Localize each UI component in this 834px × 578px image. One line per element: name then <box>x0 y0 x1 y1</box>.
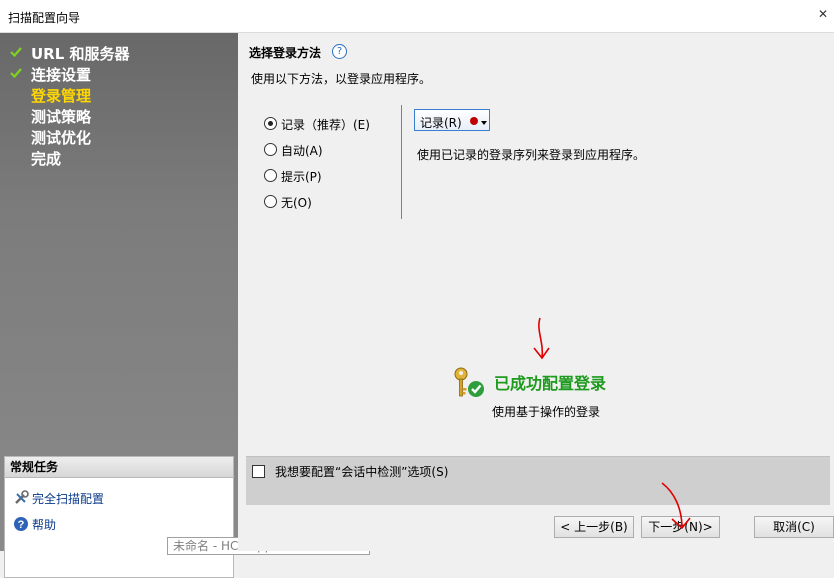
back-button[interactable]: < 上一步(B) <box>554 516 634 538</box>
success-description: 使用基于操作的登录 <box>492 405 601 419</box>
task-label: 帮助 <box>32 518 57 532</box>
task-label: 完全扫描配置 <box>32 492 105 506</box>
radio-button[interactable] <box>264 169 277 182</box>
radio-button[interactable] <box>264 143 277 156</box>
tasks-header: 常规任务 <box>5 457 233 478</box>
common-tasks-panel: 常规任务 完全扫描配置 ? 帮助 <box>4 456 234 578</box>
step-label: 连接设置 <box>31 66 92 84</box>
divider <box>401 105 402 219</box>
section-subtitle: 使用以下方法，以登录应用程序。 <box>251 72 432 86</box>
radio-button[interactable] <box>264 117 277 130</box>
session-detection-panel: 我想要配置“会话中检测”选项(S) <box>246 456 830 505</box>
section-title: 选择登录方法 <box>249 46 322 60</box>
radio-label: 提示(P) <box>281 170 322 184</box>
svg-text:?: ? <box>18 519 25 531</box>
success-title: 已成功配置登录 <box>494 374 607 393</box>
title-bar: 扫描配置向导 ✕ <box>0 0 834 33</box>
chevron-down-icon <box>481 121 487 125</box>
radio-label: 记录（推荐）(E) <box>281 118 370 132</box>
help-icon: ? <box>14 517 28 531</box>
help-icon[interactable]: ? <box>332 44 347 59</box>
radio-label: 无(O) <box>281 196 312 210</box>
step-label: 登录管理 <box>31 87 92 105</box>
wrench-icon <box>15 490 29 504</box>
main-panel: 选择登录方法 ? 使用以下方法，以登录应用程序。 记录（推荐）(E) 自动(A)… <box>238 33 834 551</box>
close-icon[interactable]: ✕ <box>818 7 832 23</box>
cancel-button[interactable]: 取消(C) <box>754 516 834 538</box>
window-title: 扫描配置向导 <box>8 11 81 25</box>
record-button[interactable]: 记录(R) <box>414 109 490 131</box>
session-detection-label[interactable]: 我想要配置“会话中检测”选项(S) <box>275 463 448 480</box>
step-label: 完成 <box>31 150 62 168</box>
session-detection-checkbox[interactable] <box>252 465 265 478</box>
step-label: URL 和服务器 <box>31 45 130 63</box>
wizard-sidebar: URL 和服务器 连接设置 登录管理 测试策略 测试优化 完成 常规任务 完全扫… <box>0 33 238 578</box>
radio-label: 自动(A) <box>281 144 323 158</box>
check-icon <box>10 68 22 79</box>
key-check-icon <box>454 367 484 397</box>
radio-button[interactable] <box>264 195 277 208</box>
record-description: 使用已记录的登录序列来登录到应用程序。 <box>417 148 646 162</box>
record-dot-icon <box>470 117 478 125</box>
next-button[interactable]: 下一步(N)> <box>641 516 720 538</box>
step-label: 测试优化 <box>31 129 92 147</box>
step-label: 测试策略 <box>31 108 92 126</box>
check-icon <box>10 47 22 58</box>
record-button-label: 记录(R) <box>420 116 462 130</box>
